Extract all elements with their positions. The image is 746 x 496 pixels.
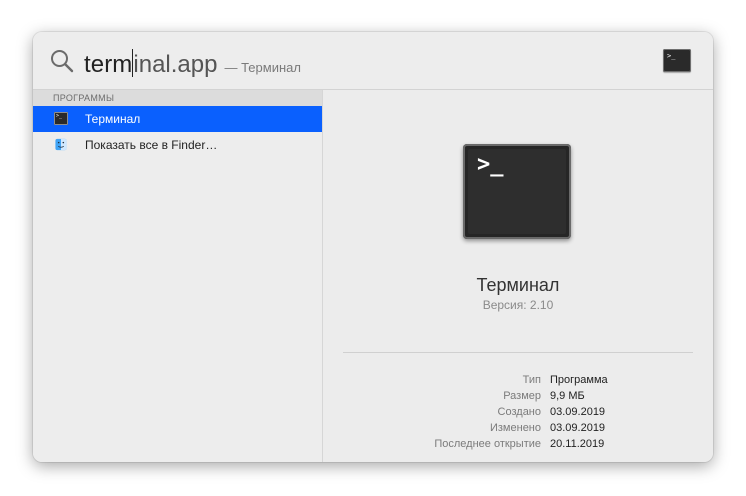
result-item-label: Терминал	[85, 112, 141, 126]
search-completion-hint: — Терминал	[224, 60, 301, 75]
meta-value: 03.09.2019	[550, 422, 606, 434]
text-caret	[132, 49, 134, 77]
search-typed-text: term	[84, 51, 133, 78]
search-completion-text: inal.app	[133, 51, 218, 78]
result-item-label: Показать все в Finder…	[85, 138, 218, 152]
result-item-terminal[interactable]: >_ Терминал	[33, 106, 322, 132]
meta-row-created: Создано 03.09.2019	[323, 404, 713, 420]
meta-row-last-opened: Последнее открытие 20.11.2019	[323, 436, 713, 452]
meta-value: Программа	[550, 374, 608, 386]
meta-row-modified: Изменено 03.09.2019	[323, 420, 713, 436]
meta-value: 9,9 МБ	[550, 390, 585, 402]
meta-value: 03.09.2019	[550, 406, 606, 418]
meta-key: Тип	[522, 374, 541, 386]
terminal-app-icon: >_	[463, 144, 571, 239]
results-list: ПРОГРАММЫ >_ Терминал Показать все в Fin…	[33, 90, 323, 462]
meta-key: Создано	[497, 406, 541, 418]
terminal-prompt-glyph: >_	[477, 152, 504, 177]
terminal-icon-glyph: >_	[56, 113, 63, 119]
terminal-icon: >_	[663, 49, 691, 72]
meta-value: 20.11.2019	[550, 438, 605, 450]
meta-key: Последнее открытие	[434, 438, 541, 450]
result-item-show-in-finder[interactable]: Показать все в Finder…	[33, 132, 322, 158]
search-bar[interactable]: term inal.app — Терминал >_	[33, 32, 713, 90]
search-icon	[51, 50, 74, 73]
meta-key: Размер	[503, 390, 541, 402]
section-header-programs: ПРОГРАММЫ	[33, 90, 322, 106]
meta-key: Изменено	[489, 422, 541, 434]
meta-row-size: Размер 9,9 МБ	[323, 388, 713, 404]
preview-app-name: Терминал	[476, 275, 560, 295]
terminal-icon-screen: >_	[468, 149, 566, 234]
finder-icon	[55, 138, 67, 151]
spotlight-window: term inal.app — Терминал >_ ПРОГРАММЫ >_…	[33, 32, 713, 462]
preview-metadata: Тип Программа Размер 9,9 МБ Создано 03.0…	[323, 372, 713, 452]
terminal-icon: >_	[54, 112, 68, 125]
search-input[interactable]: term inal.app — Терминал	[84, 44, 301, 78]
preview-app-version: Версия: 2.10	[482, 298, 554, 312]
terminal-icon-glyph: >_	[667, 52, 676, 60]
preview-pane: >_ Терминал Версия: 2.10 Тип Программа Р…	[323, 90, 713, 462]
preview-divider	[343, 352, 693, 353]
meta-row-type: Тип Программа	[323, 372, 713, 388]
